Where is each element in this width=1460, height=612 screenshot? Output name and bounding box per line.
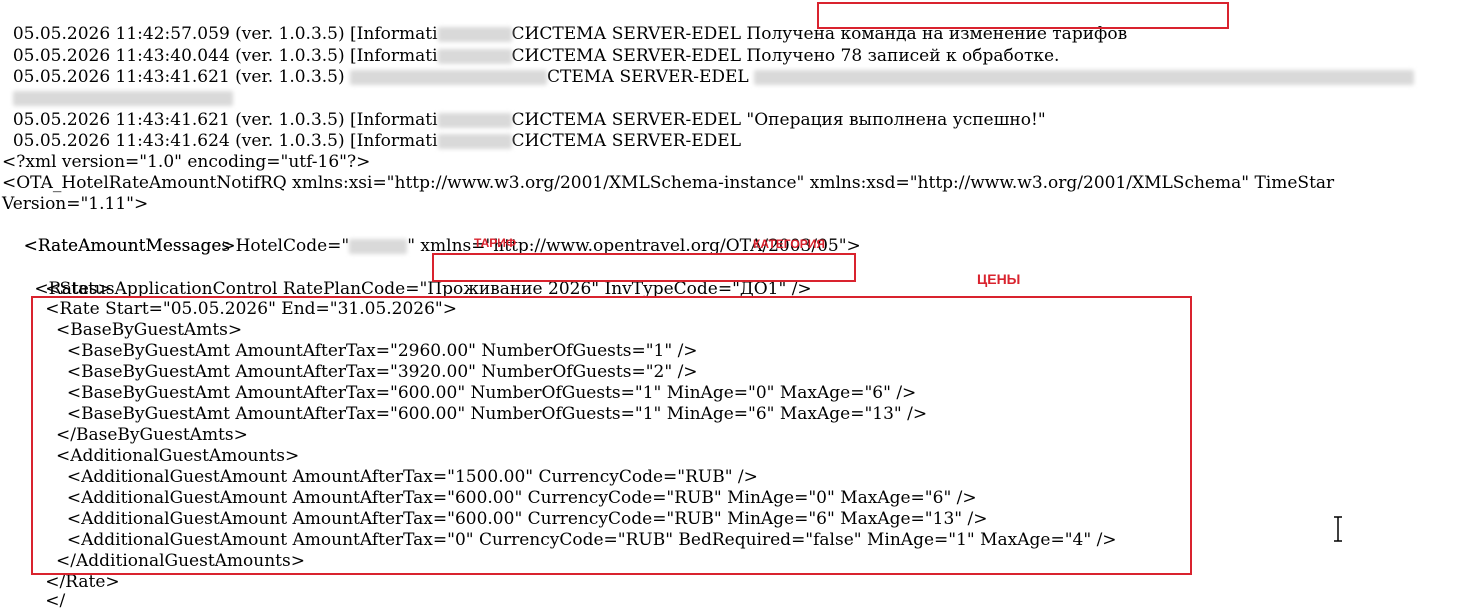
- annotation-category: КАТЕГОРИЯ: [753, 237, 825, 251]
- log-source: СИСТЕМА SERVER-EDEL: [511, 131, 742, 151]
- log-line: 05.05.2026 11:43:41.624 (ver. 1.0.3.5) […: [2, 110, 741, 151]
- redacted-text: [350, 70, 548, 85]
- highlight-box-prices: [31, 296, 1192, 575]
- log-source: СТЕМА SERVER-EDEL: [547, 67, 755, 87]
- annotation-tariff: ТАРИФ: [474, 236, 517, 250]
- redacted-text: [349, 239, 408, 254]
- xml-tail: </: [2, 591, 66, 611]
- redacted-text: [437, 134, 512, 149]
- highlight-box-tariff-category: [432, 253, 856, 282]
- xml-messages-open: <RateAmountMessages HotelCode=" " xmlns="…: [2, 215, 861, 256]
- log-line-wrap: [2, 67, 233, 106]
- xml-message-open: <RateAmountMessage>: [2, 236, 236, 256]
- annotation-prices: ЦЕНЫ: [977, 271, 1021, 287]
- text-cursor-icon: [1334, 516, 1342, 542]
- log-line: 05.05.2026 11:43:41.621 (ver. 1.0.3.5) С…: [2, 46, 1415, 87]
- log-message: "Операция выполнена успешно!": [746, 110, 1046, 130]
- xml-rate-close: </Rate>: [2, 572, 120, 592]
- log-prefix: 05.05.2026 11:43:41.624 (ver. 1.0.3.5) […: [12, 131, 438, 151]
- log-line: 05.05.2026 11:43:41.621 (ver. 1.0.3.5) […: [2, 89, 1046, 130]
- redacted-text: [754, 70, 1415, 85]
- highlight-box-command: [817, 2, 1229, 29]
- xml-version: Version="1.11">: [2, 194, 149, 214]
- xml-declaration: <?xml version="1.0" encoding="utf-16"?>: [2, 152, 371, 172]
- xml-root-open: <OTA_HotelRateAmountNotifRQ xmlns:xsi="h…: [2, 173, 1335, 193]
